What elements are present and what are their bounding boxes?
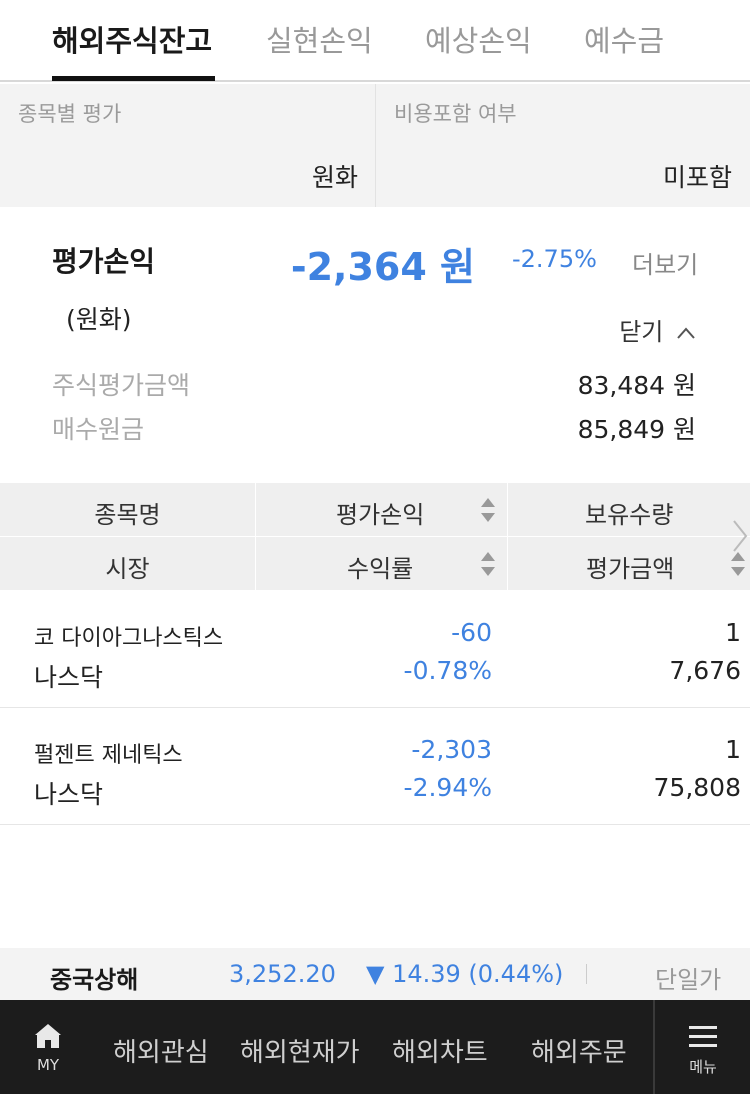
header-divider bbox=[0, 536, 750, 537]
summary-rate: -2.75% bbox=[512, 245, 597, 273]
filter-bar: 종목별 평가 원화 비용포함 여부 미포함 bbox=[0, 84, 750, 207]
active-tab-indicator bbox=[52, 76, 215, 81]
include-fee-filter[interactable]: 비용포함 여부 미포함 bbox=[376, 84, 750, 207]
summary-amount: -2,364 원 bbox=[290, 245, 475, 289]
header-market: 시장 bbox=[105, 555, 150, 583]
home-icon bbox=[35, 1024, 61, 1048]
stock-name: 펄젠트 제네틱스 bbox=[34, 743, 183, 768]
tab-overseas-balance[interactable]: 해외주식잔고 bbox=[52, 18, 212, 60]
ticker-index-value: 3,252.20 bbox=[229, 960, 336, 988]
tab-realized-pl[interactable]: 실현손익 bbox=[266, 18, 373, 60]
purchase-principal-label: 매수원금 bbox=[52, 415, 145, 444]
table-row[interactable]: 코 다이아그나스틱스 나스닥 -60 -0.78% 1 7,676 bbox=[0, 592, 750, 708]
header-stock-name: 종목명 bbox=[94, 501, 161, 529]
stock-eval-amount-value: 83,484 원 bbox=[577, 371, 696, 400]
ticker-index-change: ▼ 14.39 (0.44%) bbox=[366, 960, 564, 988]
sort-icon[interactable] bbox=[479, 549, 497, 579]
menu-button-label: 메뉴 bbox=[689, 1058, 717, 1076]
stock-eval-pl: -60 bbox=[451, 618, 492, 647]
nav-overseas-chart[interactable]: 해외차트 bbox=[392, 1032, 488, 1069]
holdings-table-header: 종목명 시장 평가손익 수익률 보유수량 평가금액 bbox=[0, 483, 750, 590]
stock-quantity: 1 bbox=[725, 618, 741, 647]
tab-expected-pl[interactable]: 예상손익 bbox=[425, 18, 532, 60]
header-return-rate[interactable]: 수익률 bbox=[347, 549, 413, 584]
tab-deposit[interactable]: 예수금 bbox=[584, 18, 664, 60]
sort-icon[interactable] bbox=[729, 549, 747, 579]
stock-return-rate: -2.94% bbox=[403, 773, 492, 802]
nav-divider bbox=[653, 1000, 655, 1094]
index-ticker[interactable]: 중국상해 3,252.20 ▼ 14.39 (0.44%) 단일가 bbox=[0, 948, 750, 1000]
stock-eval-amount: 7,676 bbox=[669, 656, 741, 685]
stock-eval-amount: 75,808 bbox=[653, 773, 741, 802]
header-eval-pl[interactable]: 평가손익 bbox=[336, 495, 424, 530]
my-button[interactable]: MY bbox=[22, 1022, 74, 1074]
menu-button[interactable]: 메뉴 bbox=[676, 1024, 730, 1077]
table-row[interactable]: 펄젠트 제네틱스 나스닥 -2,303 -2.94% 1 75,808 bbox=[0, 709, 750, 825]
stock-name: 코 다이아그나스틱스 bbox=[34, 626, 224, 651]
by-stock-filter[interactable]: 종목별 평가 원화 bbox=[0, 84, 375, 207]
hamburger-menu-icon bbox=[689, 1026, 717, 1047]
close-button-label: 닫기 bbox=[619, 318, 664, 346]
stock-market: 나스닥 bbox=[34, 663, 104, 692]
summary-currency-note: (원화) bbox=[66, 305, 132, 334]
chevron-up-icon bbox=[677, 327, 695, 339]
stock-eval-pl: -2,303 bbox=[411, 735, 492, 764]
more-button[interactable]: 더보기 bbox=[632, 245, 698, 280]
include-fee-filter-label: 비용포함 여부 bbox=[394, 102, 517, 126]
sort-icon[interactable] bbox=[479, 495, 497, 525]
summary-title: 평가손익 bbox=[52, 245, 156, 278]
stock-eval-amount-label: 주식평가금액 bbox=[52, 371, 191, 400]
tab-bar: 해외주식잔고 실현손익 예상손익 예수금 bbox=[0, 0, 750, 82]
ticker-index-name: 중국상해 bbox=[50, 966, 139, 994]
include-fee-filter-value: 미포함 bbox=[662, 163, 732, 192]
by-stock-filter-label: 종목별 평가 bbox=[18, 102, 122, 126]
ticker-divider bbox=[586, 964, 587, 984]
nav-overseas-order[interactable]: 해외주문 bbox=[531, 1032, 627, 1069]
stock-return-rate: -0.78% bbox=[403, 656, 492, 685]
stock-quantity: 1 bbox=[725, 735, 741, 764]
close-button[interactable]: 닫기 bbox=[619, 312, 695, 347]
nav-overseas-watchlist[interactable]: 해외관심 bbox=[113, 1032, 209, 1069]
by-stock-filter-value: 원화 bbox=[311, 163, 358, 192]
chevron-right-icon[interactable] bbox=[732, 519, 748, 553]
stock-market: 나스닥 bbox=[34, 780, 104, 809]
header-eval-amount[interactable]: 평가금액 bbox=[586, 549, 674, 584]
nav-overseas-price[interactable]: 해외현재가 bbox=[240, 1032, 360, 1069]
header-quantity: 보유수량 bbox=[585, 501, 674, 529]
single-price-button[interactable]: 단일가 bbox=[655, 960, 721, 995]
bottom-nav: MY 해외관심 해외현재가 해외차트 해외주문 메뉴 bbox=[0, 1000, 750, 1094]
purchase-principal-value: 85,849 원 bbox=[577, 415, 696, 444]
my-button-label: MY bbox=[36, 1056, 60, 1074]
